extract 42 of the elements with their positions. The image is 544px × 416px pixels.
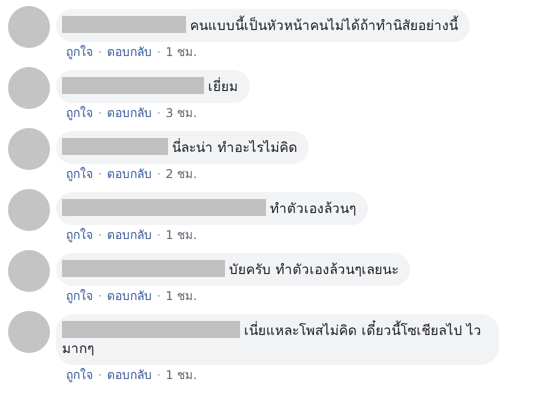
avatar[interactable] bbox=[8, 311, 50, 353]
separator-dot: · bbox=[98, 289, 102, 304]
separator-dot: · bbox=[98, 167, 102, 182]
avatar[interactable] bbox=[8, 250, 50, 292]
separator-dot: · bbox=[156, 368, 161, 383]
comment-bubble: บัยครับ ทำตัวเองล้วนๆเลยนะ bbox=[56, 253, 410, 286]
action-link[interactable]: ตอบกลับ bbox=[106, 289, 152, 304]
timestamp: 1 ชม. bbox=[166, 289, 197, 304]
comment-bubble: นี่ละน่า ทำอะไรไม่คิด bbox=[56, 131, 310, 164]
timestamp: 1 ชม. bbox=[166, 368, 197, 383]
separator-dot: · bbox=[156, 289, 161, 304]
comment-bubble: เนี่ยแหละโพสไม่คิด เดี๋ยวนี้โซเชียลไป ไวมากๆ bbox=[56, 314, 499, 365]
separator-dot: · bbox=[98, 106, 102, 121]
action-link[interactable]: ถูกใจ bbox=[66, 228, 93, 243]
action-link[interactable]: ตอบกลับ bbox=[106, 167, 152, 182]
timestamp: 1 ชม. bbox=[166, 228, 197, 243]
separator-dot: · bbox=[98, 368, 102, 383]
separator-dot: · bbox=[156, 106, 161, 121]
separator-dot: · bbox=[98, 45, 102, 60]
avatar[interactable] bbox=[8, 6, 50, 48]
avatar[interactable] bbox=[8, 128, 50, 170]
separator-dot: · bbox=[156, 45, 161, 60]
action-link[interactable]: ตอบกลับ bbox=[106, 106, 152, 121]
timestamp: 1 ชม. bbox=[166, 45, 197, 60]
avatar[interactable] bbox=[8, 189, 50, 231]
action-link[interactable]: ถูกใจ bbox=[66, 368, 93, 383]
action-link[interactable]: ถูกใจ bbox=[66, 289, 93, 304]
action-link[interactable]: ถูกใจ bbox=[66, 106, 93, 121]
comment-bubble: คนแบบนี้เป็นหัวหน้าคนไม่ได้ถ้าทำนิสัยอย่างนี้ bbox=[56, 9, 470, 42]
timestamp: 3 ชม. bbox=[166, 106, 197, 121]
action-link[interactable]: ตอบกลับ bbox=[106, 228, 152, 243]
comment-bubble: ทำตัวเองล้วนๆ bbox=[56, 192, 368, 225]
action-link[interactable]: ถูกใจ bbox=[66, 167, 93, 182]
avatar[interactable] bbox=[8, 67, 50, 109]
separator-dot: · bbox=[156, 228, 161, 243]
action-link[interactable]: ถูกใจ bbox=[66, 45, 93, 60]
separator-dot: · bbox=[98, 228, 102, 243]
separator-dot: · bbox=[156, 167, 161, 182]
timestamp: 2 ชม. bbox=[166, 167, 197, 182]
action-link[interactable]: ตอบกลับ bbox=[106, 368, 152, 383]
action-link[interactable]: ตอบกลับ bbox=[106, 45, 152, 60]
comment-bubble: เยี่ยม bbox=[56, 70, 250, 103]
